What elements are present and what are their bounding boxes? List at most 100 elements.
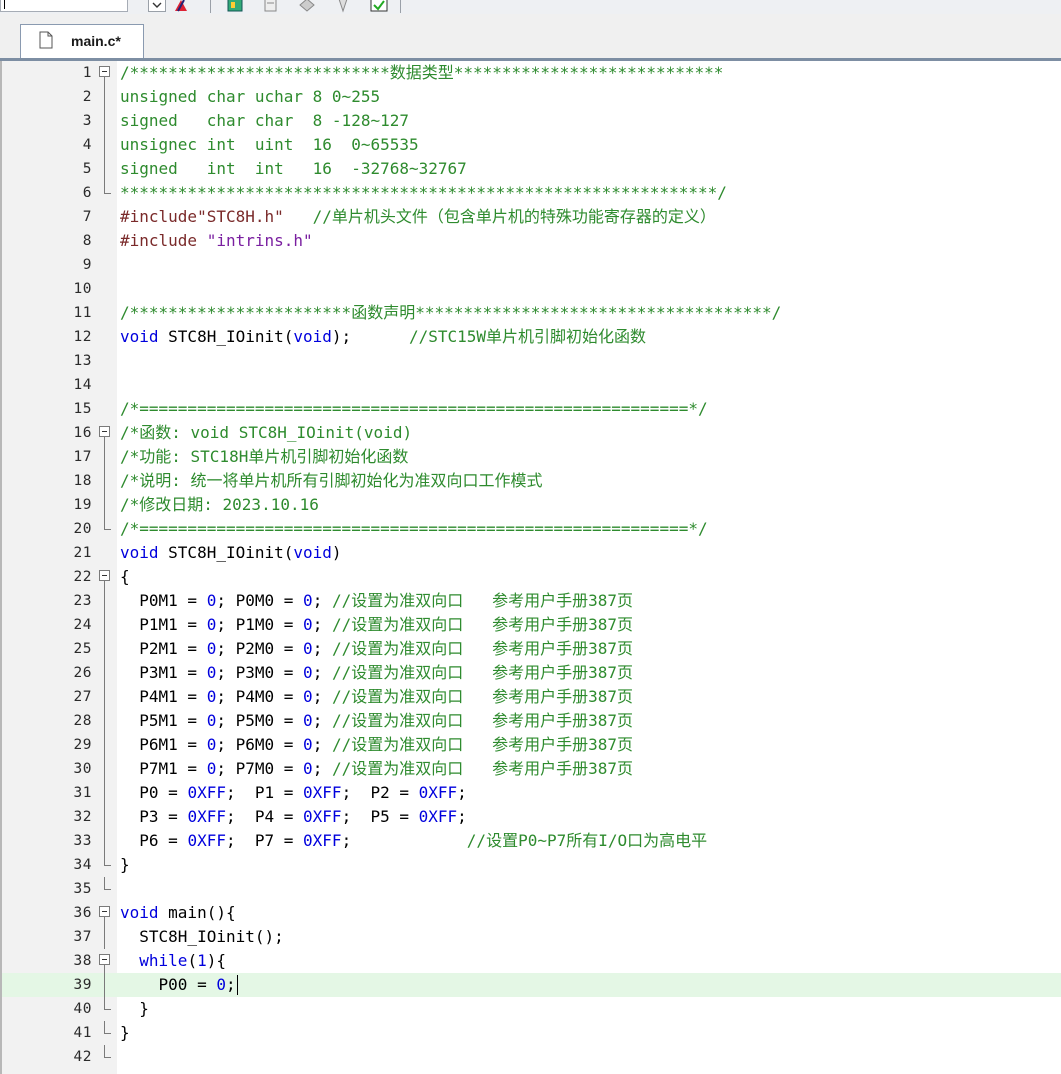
- code-line[interactable]: 21 void STC8H_IOinit(void): [2, 541, 1061, 565]
- code-text: P0 = 0XFF; P1 = 0XFF; P2 = 0XFF;: [120, 781, 467, 805]
- fold-toggle-icon[interactable]: [98, 565, 112, 589]
- pin-icon[interactable]: [334, 0, 352, 13]
- code-line[interactable]: 13: [2, 349, 1061, 373]
- dropdown-arrow-icon[interactable]: [148, 0, 166, 13]
- code-token: ; P5M0 =: [216, 711, 304, 730]
- diamond-icon[interactable]: [298, 0, 316, 13]
- code-token: ;: [312, 639, 332, 658]
- code-text: P2M1 = 0; P2M0 = 0; //设置为准双向口 参考用户手册387页: [120, 637, 633, 661]
- code-token: ; P0M0 =: [216, 591, 304, 610]
- file-extensions-icon[interactable]: [262, 0, 280, 13]
- number-token: 0: [303, 759, 313, 778]
- code-line[interactable]: 31 P0 = 0XFF; P1 = 0XFF; P2 = 0XFF;: [2, 781, 1061, 805]
- number-token: 0XFF: [187, 783, 226, 802]
- collapse-box-icon[interactable]: [99, 906, 110, 917]
- fold-toggle-icon[interactable]: [98, 949, 112, 973]
- collapse-box-icon[interactable]: [99, 570, 110, 581]
- tab-main-c[interactable]: main.c*: [20, 24, 144, 58]
- code-line[interactable]: 28 P5M1 = 0; P5M0 = 0; //设置为准双向口 参考用户手册3…: [2, 709, 1061, 733]
- line-number: 18: [73, 473, 92, 489]
- code-line[interactable]: 5 signed int int 16 -32768~32767: [2, 157, 1061, 181]
- code-line[interactable]: 8 #include "intrins.h": [2, 229, 1061, 253]
- fold-line: [98, 109, 112, 133]
- code-editor[interactable]: 1 /***************************数据类型*******…: [0, 61, 1061, 1074]
- manage-components-icon[interactable]: [172, 0, 190, 13]
- fold-toggle-icon[interactable]: [98, 61, 112, 85]
- code-line[interactable]: 29 P6M1 = 0; P6M0 = 0; //设置为准双向口 参考用户手册3…: [2, 733, 1061, 757]
- target-combo-box[interactable]: [0, 0, 128, 12]
- code-line[interactable]: 17 /*功能: STC18H单片机引脚初始化函数: [2, 445, 1061, 469]
- code-line[interactable]: 37 STC8H_IOinit();: [2, 925, 1061, 949]
- fold-toggle-icon[interactable]: [98, 421, 112, 445]
- code-line[interactable]: 33 P6 = 0XFF; P7 = 0XFF; //设置P0~P7所有I/O口…: [2, 829, 1061, 853]
- fold-gutter-empty: [98, 541, 112, 565]
- code-line[interactable]: 42: [2, 1045, 1061, 1069]
- code-line[interactable]: 18 /*说明: 统一将单片机所有引脚初始化为准双向口工作模式: [2, 469, 1061, 493]
- code-text: P3 = 0XFF; P4 = 0XFF; P5 = 0XFF;: [120, 805, 467, 829]
- collapse-box-icon[interactable]: [99, 426, 110, 437]
- code-line[interactable]: 11 /***********************函数声明**********…: [2, 301, 1061, 325]
- code-token: ; P2 =: [341, 783, 419, 802]
- fold-line: [98, 973, 112, 997]
- code-line[interactable]: 35: [2, 877, 1061, 901]
- code-line[interactable]: 2 unsigned char uchar 8 0~255: [2, 85, 1061, 109]
- number-token: 0: [216, 975, 226, 994]
- code-line[interactable]: 14: [2, 373, 1061, 397]
- code-line[interactable]: 16 /*函数: void STC8H_IOinit(void): [2, 421, 1061, 445]
- fold-gutter-empty: [98, 229, 112, 253]
- number-token: 1: [197, 951, 207, 970]
- code-line[interactable]: 38 while(1){: [2, 949, 1061, 973]
- code-line[interactable]: 39 P00 = 0;: [2, 973, 1061, 997]
- code-line[interactable]: 23 P0M1 = 0; P0M0 = 0; //设置为准双向口 参考用户手册3…: [2, 589, 1061, 613]
- code-line[interactable]: 3 signed char char 8 -128~127: [2, 109, 1061, 133]
- code-line[interactable]: 15 /*====================================…: [2, 397, 1061, 421]
- code-line[interactable]: 36 void main(){: [2, 901, 1061, 925]
- fold-line: [98, 781, 112, 805]
- fold-line: [98, 445, 112, 469]
- fold-toggle-icon[interactable]: [98, 901, 112, 925]
- collapse-box-icon[interactable]: [99, 954, 110, 965]
- code-token: ;: [341, 831, 467, 850]
- line-number: 24: [73, 617, 92, 633]
- fold-line: [98, 661, 112, 685]
- code-line[interactable]: 24 P1M1 = 0; P1M0 = 0; //设置为准双向口 参考用户手册3…: [2, 613, 1061, 637]
- code-token: main(){: [158, 903, 236, 922]
- code-line[interactable]: 20 /*====================================…: [2, 517, 1061, 541]
- code-line[interactable]: 32 P3 = 0XFF; P4 = 0XFF; P5 = 0XFF;: [2, 805, 1061, 829]
- code-text: P6M1 = 0; P6M0 = 0; //设置为准双向口 参考用户手册387页: [120, 733, 633, 757]
- code-text: /*修改日期: 2023.10.16: [120, 493, 319, 517]
- code-line[interactable]: 10: [2, 277, 1061, 301]
- code-line[interactable]: 6 ***************************************…: [2, 181, 1061, 205]
- file-icon: [39, 31, 53, 49]
- code-line[interactable]: 25 P2M1 = 0; P2M0 = 0; //设置为准双向口 参考用户手册3…: [2, 637, 1061, 661]
- code-line[interactable]: 1 /***************************数据类型*******…: [2, 61, 1061, 85]
- code-line[interactable]: 7 #include"STC8H.h" //单片机头文件（包含单片机的特殊功能寄存…: [2, 205, 1061, 229]
- code-token: ; P3M0 =: [216, 663, 304, 682]
- code-line[interactable]: 30 P7M1 = 0; P7M0 = 0; //设置为准双向口 参考用户手册3…: [2, 757, 1061, 781]
- code-line[interactable]: 22 {: [2, 565, 1061, 589]
- code-line[interactable]: 41}: [2, 1021, 1061, 1045]
- collapse-box-icon[interactable]: [99, 66, 110, 77]
- code-line[interactable]: 4 unsignec int uint 16 0~65535: [2, 133, 1061, 157]
- options-icon[interactable]: [226, 0, 244, 13]
- line-number: 8: [82, 233, 92, 249]
- code-line[interactable]: 40 }: [2, 997, 1061, 1021]
- book-check-icon[interactable]: [370, 0, 388, 13]
- code-line[interactable]: 12 void STC8H_IOinit(void); //STC15W单片机引脚…: [2, 325, 1061, 349]
- code-line[interactable]: 19 /*修改日期: 2023.10.16: [2, 493, 1061, 517]
- code-line[interactable]: 34}: [2, 853, 1061, 877]
- code-line[interactable]: 9: [2, 253, 1061, 277]
- text-cursor: [237, 975, 238, 995]
- code-text: /*======================================…: [120, 517, 708, 541]
- code-token: P00 =: [120, 975, 217, 994]
- code-text: ****************************************…: [120, 181, 727, 205]
- fold-line: [104, 157, 105, 181]
- code-text: /*======================================…: [120, 397, 708, 421]
- code-line[interactable]: 26 P3M1 = 0; P3M0 = 0; //设置为准双向口 参考用户手册3…: [2, 661, 1061, 685]
- preprocessor-token: #include: [120, 231, 207, 250]
- code-text: while(1){: [120, 949, 226, 973]
- fold-line: [98, 829, 112, 853]
- fold-line: [104, 661, 105, 685]
- line-number: 2: [82, 89, 92, 105]
- code-line[interactable]: 27 P4M1 = 0; P4M0 = 0; //设置为准双向口 参考用户手册3…: [2, 685, 1061, 709]
